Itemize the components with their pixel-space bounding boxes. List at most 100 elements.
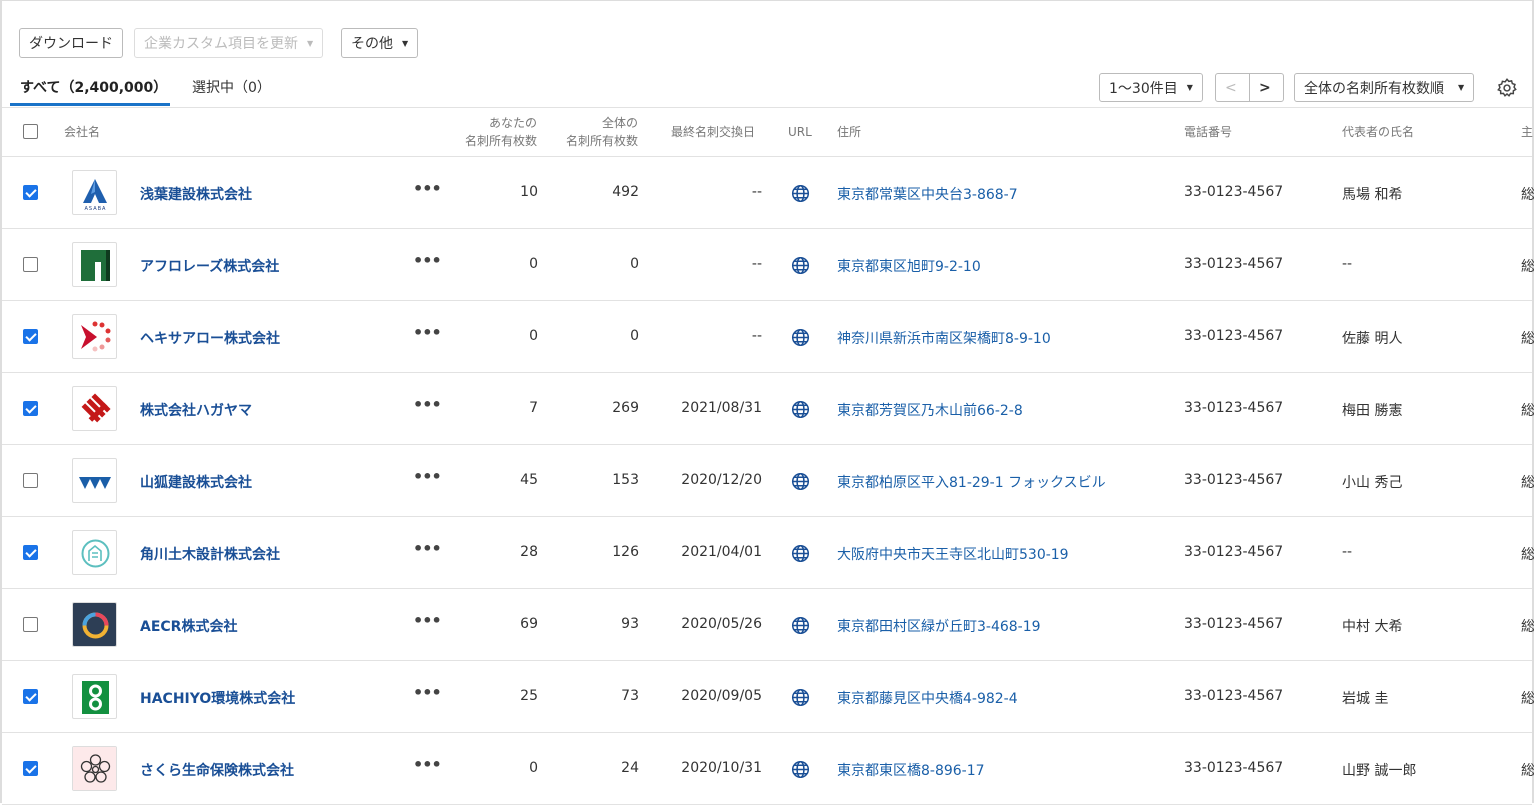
header-representative[interactable]: 代表者の氏名: [1342, 123, 1414, 141]
row-checkbox[interactable]: [23, 257, 38, 272]
total-card-count: 269: [612, 400, 639, 416]
globe-icon[interactable]: [791, 688, 810, 711]
globe-icon[interactable]: [791, 328, 810, 351]
last-exchange-date: 2020/09/05: [681, 688, 762, 704]
company-name-link[interactable]: AECR株式会社: [140, 616, 237, 636]
more-actions-icon[interactable]: •••: [413, 683, 441, 702]
phone-number: 33-0123-4567: [1184, 472, 1283, 488]
more-actions-icon[interactable]: •••: [413, 467, 441, 486]
company-logo: [72, 746, 117, 791]
company-name-link[interactable]: アフロレーズ株式会社: [140, 256, 279, 276]
your-card-count: 25: [520, 688, 538, 704]
update-custom-fields-button[interactable]: 企業カスタム項目を更新▼: [134, 28, 323, 58]
row-checkbox[interactable]: [23, 185, 38, 200]
svg-text:ASABA: ASABA: [85, 206, 107, 212]
header-line: 名刺所有枚数: [566, 132, 638, 150]
total-card-count: 24: [621, 760, 639, 776]
header-your-cards[interactable]: あなたの名刺所有枚数: [465, 114, 537, 150]
company-name-link[interactable]: 山狐建設株式会社: [140, 472, 252, 492]
company-name-link[interactable]: HACHIYO環境株式会社: [140, 688, 295, 708]
next-page-button[interactable]: >: [1249, 73, 1284, 102]
header-address[interactable]: 住所: [837, 123, 861, 141]
more-actions-icon[interactable]: •••: [413, 755, 441, 774]
row-checkbox[interactable]: [23, 689, 38, 704]
address-link[interactable]: 東京都芳賀区乃木山前66-2-8: [837, 400, 1023, 420]
globe-icon[interactable]: [791, 616, 810, 639]
company-logo: [72, 602, 117, 647]
company-logo: [72, 674, 117, 719]
company-name-link[interactable]: ヘキサアロー株式会社: [140, 328, 280, 348]
download-button[interactable]: ダウンロード: [19, 28, 123, 58]
more-actions-icon[interactable]: •••: [413, 611, 441, 630]
representative-name: 梅田 勝憲: [1342, 400, 1402, 420]
table-row[interactable]: ASABA 浅葉建設株式会社 ••• 10 492 -- 東京都常葉区中央台3-…: [2, 157, 1532, 229]
address-link[interactable]: 東京都東区旭町9-2-10: [837, 256, 981, 276]
main-field: 総: [1521, 184, 1534, 204]
company-name-link[interactable]: さくら生命保険株式会社: [140, 760, 294, 780]
table-row[interactable]: AECR株式会社 ••• 69 93 2020/05/26 東京都田村区緑が丘町…: [2, 589, 1532, 661]
tab-selected[interactable]: 選択中（0）: [192, 77, 271, 97]
globe-icon[interactable]: [791, 256, 810, 279]
address-link[interactable]: 大阪府中央市天王寺区北山町530-19: [837, 544, 1069, 564]
header-total-cards[interactable]: 全体の名刺所有枚数: [566, 114, 638, 150]
your-card-count: 7: [529, 400, 538, 416]
header-url[interactable]: URL: [788, 123, 812, 141]
address-link[interactable]: 東京都常葉区中央台3-868-7: [837, 184, 1018, 204]
company-name-link[interactable]: 株式会社ハガヤマ: [140, 400, 252, 420]
globe-icon[interactable]: [791, 184, 810, 207]
table-row[interactable]: ヘキサアロー株式会社 ••• 0 0 -- 神奈川県新浜市南区架橋町8-9-10…: [2, 301, 1532, 373]
header-line: 全体の: [566, 114, 638, 132]
company-logo: ASABA: [72, 170, 117, 215]
more-actions-icon[interactable]: •••: [413, 179, 441, 198]
company-logo: [72, 242, 117, 287]
address-link[interactable]: 東京都東区橋8-896-17: [837, 760, 985, 780]
row-checkbox[interactable]: [23, 401, 38, 416]
address-link[interactable]: 東京都藤見区中央橋4-982-4: [837, 688, 1018, 708]
globe-icon[interactable]: [791, 760, 810, 783]
address-link[interactable]: 東京都田村区緑が丘町3-468-19: [837, 616, 1041, 636]
globe-icon[interactable]: [791, 400, 810, 423]
header-phone[interactable]: 電話番号: [1184, 123, 1232, 141]
company-name-link[interactable]: 角川土木設計株式会社: [140, 544, 280, 564]
phone-number: 33-0123-4567: [1184, 544, 1283, 560]
more-actions-icon[interactable]: •••: [413, 539, 441, 558]
header-main[interactable]: 主: [1521, 123, 1533, 141]
representative-name: --: [1342, 544, 1352, 560]
representative-name: --: [1342, 256, 1352, 272]
table-row[interactable]: さくら生命保険株式会社 ••• 0 24 2020/10/31 東京都東区橋8-…: [2, 733, 1532, 805]
row-checkbox[interactable]: [23, 473, 38, 488]
sort-dropdown[interactable]: 全体の名刺所有枚数順▼: [1294, 73, 1474, 102]
globe-icon[interactable]: [791, 472, 810, 495]
row-checkbox[interactable]: [23, 545, 38, 560]
table-row[interactable]: 角川土木設計株式会社 ••• 28 126 2021/04/01 大阪府中央市天…: [2, 517, 1532, 589]
range-dropdown[interactable]: 1〜30件目▼: [1099, 73, 1203, 102]
table-row[interactable]: 株式会社ハガヤマ ••• 7 269 2021/08/31 東京都芳賀区乃木山前…: [2, 373, 1532, 445]
table-row[interactable]: 山狐建設株式会社 ••• 45 153 2020/12/20 東京都柏原区平入8…: [2, 445, 1532, 517]
other-menu-button[interactable]: その他▼: [341, 28, 418, 58]
address-link[interactable]: 東京都柏原区平入81-29-1 フォックスビル: [837, 472, 1106, 492]
globe-icon[interactable]: [791, 544, 810, 567]
company-logo: [72, 314, 117, 359]
company-name-link[interactable]: 浅葉建設株式会社: [140, 184, 252, 204]
table-row[interactable]: アフロレーズ株式会社 ••• 0 0 -- 東京都東区旭町9-2-10 33-0…: [2, 229, 1532, 301]
row-checkbox[interactable]: [23, 617, 38, 632]
phone-number: 33-0123-4567: [1184, 616, 1283, 632]
more-actions-icon[interactable]: •••: [413, 323, 441, 342]
last-exchange-date: --: [752, 256, 762, 272]
phone-number: 33-0123-4567: [1184, 400, 1283, 416]
header-company[interactable]: 会社名: [64, 123, 100, 141]
more-actions-icon[interactable]: •••: [413, 251, 441, 270]
more-actions-icon[interactable]: •••: [413, 395, 441, 414]
update-custom-label: 企業カスタム項目を更新: [144, 33, 298, 53]
address-link[interactable]: 神奈川県新浜市南区架橋町8-9-10: [837, 328, 1051, 348]
table-row[interactable]: HACHIYO環境株式会社 ••• 25 73 2020/09/05 東京都藤見…: [2, 661, 1532, 733]
header-last-exchange[interactable]: 最終名刺交換日: [671, 123, 755, 141]
prev-page-button[interactable]: <: [1215, 73, 1250, 102]
tab-all[interactable]: すべて（2,400,000）: [20, 77, 167, 97]
row-checkbox[interactable]: [23, 761, 38, 776]
your-card-count: 0: [529, 256, 538, 272]
row-checkbox[interactable]: [23, 329, 38, 344]
settings-gear-icon[interactable]: [1496, 77, 1518, 103]
select-all-checkbox[interactable]: [23, 124, 38, 139]
phone-number: 33-0123-4567: [1184, 184, 1283, 200]
